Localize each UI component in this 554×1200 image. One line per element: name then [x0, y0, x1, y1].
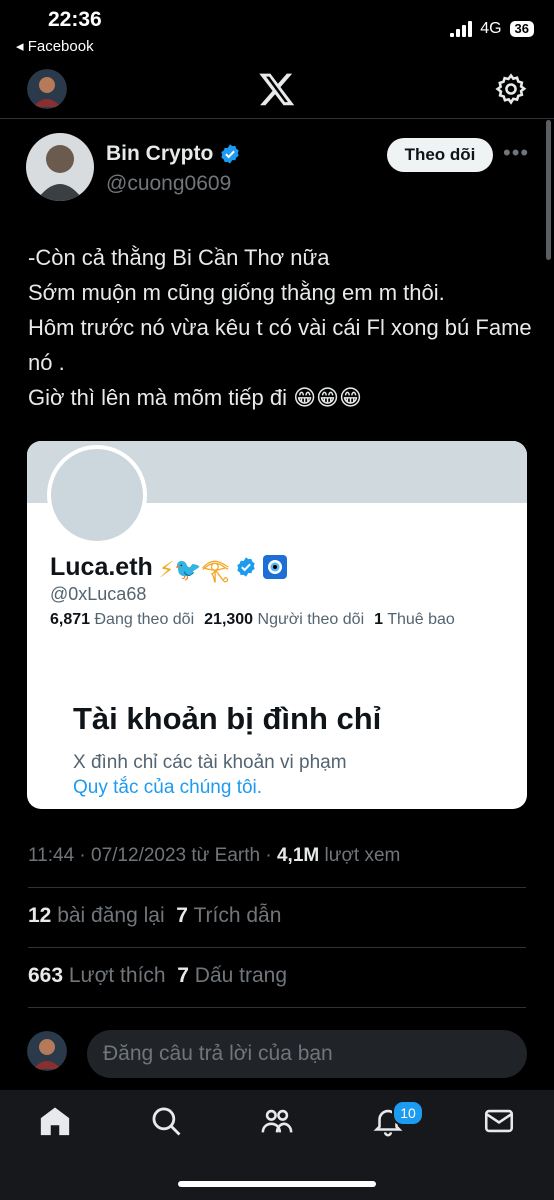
following-count: 6,871: [50, 611, 91, 628]
followers-label: Người theo dõi: [257, 611, 365, 628]
author-handle[interactable]: @cuong0609: [106, 172, 231, 196]
reply-input[interactable]: [87, 1030, 527, 1078]
profile-avatar[interactable]: [27, 69, 67, 109]
card-stats: 6,871 Đang theo dõi 21,300 Người theo dõ…: [50, 611, 455, 629]
bookmark-count[interactable]: 7: [177, 964, 189, 987]
repost-label[interactable]: bài đăng lại: [51, 904, 176, 927]
author-name[interactable]: Bin Crypto: [106, 142, 241, 166]
reply-avatar: [27, 1031, 67, 1071]
gear-icon[interactable]: [494, 72, 528, 106]
verified-badge-icon: [237, 557, 255, 577]
repost-count[interactable]: 12: [28, 904, 51, 927]
suspended-title: Tài khoản bị đình chỉ: [73, 701, 382, 736]
scrollbar[interactable]: [546, 120, 551, 260]
subs-count: 1: [374, 611, 384, 628]
tweet-meta: 11:44 · 07/12/2023 từ Earth · 4,1M lượt …: [28, 845, 400, 867]
author-avatar[interactable]: [26, 133, 94, 201]
card-name: Luca.eth ⚡🐦𓂀: [50, 549, 288, 585]
home-indicator: [178, 1181, 376, 1187]
following-label: Đang theo dõi: [94, 611, 195, 628]
card-name-emojis: ⚡🐦𓂀: [158, 557, 230, 582]
search-icon[interactable]: [149, 1104, 183, 1138]
like-stats[interactable]: 663 Lượt thích 7 Dấu trang: [28, 964, 287, 988]
tweet-timestamp: 11:44 · 07/12/2023 từ Earth ·: [28, 845, 277, 866]
evil-eye-icon: [263, 555, 288, 579]
tweet-text: -Còn cả thằng Bi Cần Thơ nữa Sớm muộn m …: [28, 245, 532, 410]
notification-badge: 10: [392, 1100, 424, 1126]
like-count[interactable]: 663: [28, 964, 63, 987]
bookmark-label[interactable]: Dấu trang: [189, 964, 287, 987]
status-indicators: 4G 36: [450, 20, 534, 38]
x-logo-icon[interactable]: [258, 70, 296, 108]
divider: [28, 947, 526, 948]
communities-icon[interactable]: [260, 1104, 294, 1138]
repost-stats[interactable]: 12 bài đăng lại 7 Trích dẫn: [28, 904, 281, 928]
back-to-app-link[interactable]: ◂ Facebook: [16, 37, 94, 55]
battery-icon: 36: [509, 21, 534, 37]
follow-button[interactable]: Theo dõi: [387, 138, 493, 172]
home-icon[interactable]: [38, 1104, 72, 1138]
suspended-desc: X đình chỉ các tài khoản vi phạm: [73, 752, 347, 773]
subs-label: Thuê bao: [387, 611, 455, 628]
embedded-image-card[interactable]: Luca.eth ⚡🐦𓂀 @0xLuca68 6,871 Đang theo d…: [27, 441, 527, 809]
signal-icon: [450, 21, 473, 37]
divider: [28, 887, 526, 888]
rules-link: Quy tắc của chúng tôi.: [73, 777, 263, 798]
network-label: 4G: [480, 20, 502, 37]
card-handle: @0xLuca68: [50, 584, 147, 604]
card-avatar: [47, 445, 147, 545]
quote-count[interactable]: 7: [176, 904, 188, 927]
mail-icon[interactable]: [482, 1104, 516, 1138]
divider: [28, 1007, 526, 1008]
like-label[interactable]: Lượt thích: [63, 964, 177, 987]
quote-label[interactable]: Trích dẫn: [188, 904, 281, 927]
top-divider: [0, 118, 554, 119]
author-name-text[interactable]: Bin Crypto: [106, 142, 213, 166]
followers-count: 21,300: [204, 611, 254, 628]
status-time: 22:36: [48, 8, 102, 31]
view-count: 4,1M: [276, 845, 320, 866]
views-label: lượt xem: [319, 845, 401, 866]
more-options-icon[interactable]: •••: [503, 140, 529, 166]
card-name-text: Luca.eth: [50, 552, 153, 581]
verified-badge-icon: [221, 144, 240, 164]
